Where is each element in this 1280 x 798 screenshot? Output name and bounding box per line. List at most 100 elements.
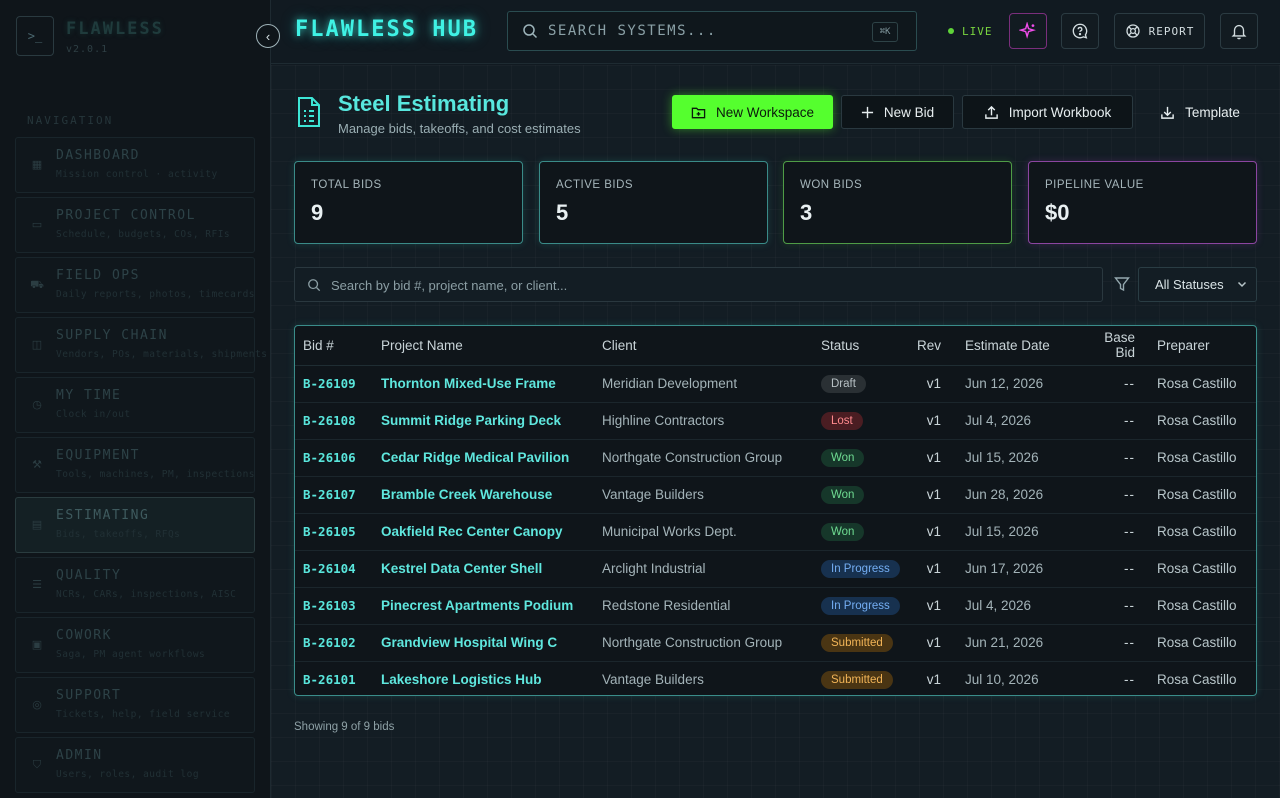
project-name-link[interactable]: Grandview Hospital Wing C bbox=[381, 635, 557, 650]
system-search-input[interactable]: SEARCH SYSTEMS... ⌘K bbox=[507, 11, 917, 51]
column-header[interactable]: Client bbox=[594, 326, 813, 366]
status-cell: In Progress bbox=[813, 550, 909, 588]
stat-card-active-bids: ACTIVE BIDS 5 bbox=[539, 161, 768, 244]
help-button[interactable] bbox=[1061, 13, 1099, 49]
bid-number-link[interactable]: B-26101 bbox=[303, 672, 356, 687]
collapse-sidebar-button[interactable]: ‹ bbox=[256, 24, 280, 48]
terminal-icon[interactable]: >_ bbox=[16, 16, 54, 56]
project-name-link[interactable]: Bramble Creek Warehouse bbox=[381, 487, 552, 502]
preparer-cell: Rosa Castillo bbox=[1149, 476, 1256, 514]
ai-sparkle-button[interactable] bbox=[1009, 13, 1047, 49]
column-header[interactable]: Rev bbox=[909, 326, 958, 366]
new-workspace-button[interactable]: New Workspace bbox=[672, 95, 833, 129]
sidebar-item-support[interactable]: ◎ SUPPORT Tickets, help, field service bbox=[15, 677, 255, 733]
help-bubble-icon bbox=[1072, 23, 1088, 39]
shortcut-hint: ⌘K bbox=[872, 22, 898, 42]
project-cell: Kestrel Data Center Shell bbox=[373, 550, 594, 588]
base-bid-cell: -- bbox=[1124, 487, 1136, 502]
sidebar-item-quality[interactable]: ☰ QUALITY NCRs, CARs, inspections, AISC bbox=[15, 557, 255, 613]
bid-number-link[interactable]: B-26103 bbox=[303, 598, 356, 613]
table-row[interactable]: B-26104 Kestrel Data Center Shell Arclight… bbox=[295, 550, 1256, 588]
sidebar-item-project-control[interactable]: ▭ PROJECT CONTROL Schedule, budgets, COs, … bbox=[15, 197, 255, 253]
wrench-icon: ⚒ bbox=[32, 459, 42, 471]
preparer-cell: Rosa Castillo bbox=[1149, 587, 1256, 625]
bid-number-link[interactable]: B-26105 bbox=[303, 524, 356, 539]
preparer-cell: Rosa Castillo bbox=[1149, 550, 1256, 588]
column-header[interactable]: Project Name bbox=[373, 326, 594, 366]
client-cell: Arclight Industrial bbox=[594, 550, 813, 588]
project-name-link[interactable]: Cedar Ridge Medical Pavilion bbox=[381, 450, 569, 465]
import-workbook-button[interactable]: Import Workbook bbox=[962, 95, 1133, 129]
status-cell: Submitted bbox=[813, 624, 909, 662]
client-cell: Northgate Construction Group bbox=[602, 635, 783, 650]
column-header[interactable]: Estimate Date bbox=[957, 326, 1076, 366]
bid-number-link[interactable]: B-26106 bbox=[303, 450, 356, 465]
column-header[interactable]: Base Bid bbox=[1075, 326, 1150, 366]
column-header[interactable]: Preparer bbox=[1149, 326, 1256, 366]
sidebar-item-dashboard[interactable]: ▦ DASHBOARD Mission control · activity bbox=[15, 137, 255, 193]
sidebar-item-label: COWORK bbox=[56, 628, 112, 643]
bid-cell: B-26107 bbox=[295, 476, 373, 514]
bid-number-link[interactable]: B-26102 bbox=[303, 635, 356, 650]
bids-table: Bid # Project Name Client Status Rev Est… bbox=[294, 325, 1257, 696]
bid-number-link[interactable]: B-26107 bbox=[303, 487, 356, 502]
project-name-link[interactable]: Kestrel Data Center Shell bbox=[381, 561, 542, 576]
sidebar-item-field-ops[interactable]: ⛟ FIELD OPS Daily reports, photos, timecar… bbox=[15, 257, 255, 313]
table-header-row: Bid # Project Name Client Status Rev Est… bbox=[295, 326, 1256, 366]
sidebar-item-cowork[interactable]: ▣ COWORK Saga, PM agent workflows bbox=[15, 617, 255, 673]
project-name-link[interactable]: Summit Ridge Parking Deck bbox=[381, 413, 561, 428]
bell-icon bbox=[1231, 24, 1247, 40]
sidebar-item-label: PROJECT CONTROL bbox=[56, 208, 196, 223]
preparer-cell: Rosa Castillo bbox=[1157, 413, 1237, 428]
base-bid-cell: -- bbox=[1124, 635, 1136, 650]
status-filter-select[interactable]: All Statuses bbox=[1138, 267, 1257, 302]
bid-cell: B-26101 bbox=[295, 661, 373, 695]
table-row[interactable]: B-26107 Bramble Creek Warehouse Vantage Bu… bbox=[295, 476, 1256, 514]
rev-cell: v1 bbox=[909, 624, 958, 662]
status-cell: Won bbox=[813, 476, 909, 514]
table-row[interactable]: B-26109 Thornton Mixed-Use Frame Meridian … bbox=[295, 365, 1256, 403]
project-name-link[interactable]: Oakfield Rec Center Canopy bbox=[381, 524, 563, 539]
bid-search-input[interactable]: Search by bid #, project name, or client… bbox=[294, 267, 1103, 302]
project-name-link[interactable]: Thornton Mixed-Use Frame bbox=[381, 376, 556, 391]
table-row[interactable]: B-26103 Pinecrest Apartments Podium Redsto… bbox=[295, 587, 1256, 625]
preparer-cell: Rosa Castillo bbox=[1157, 487, 1237, 502]
table-row[interactable]: B-26108 Summit Ridge Parking Deck Highline… bbox=[295, 402, 1256, 440]
sidebar-item-label: QUALITY bbox=[56, 568, 122, 583]
table-row[interactable]: B-26102 Grandview Hospital Wing C Northgat… bbox=[295, 624, 1256, 662]
template-button[interactable]: Template bbox=[1141, 95, 1259, 129]
project-name-link[interactable]: Pinecrest Apartments Podium bbox=[381, 598, 573, 613]
column-header[interactable]: Bid # bbox=[295, 326, 373, 366]
sidebar-item-admin[interactable]: ⛉ ADMIN Users, roles, audit log bbox=[15, 737, 255, 793]
status-badge: Won bbox=[821, 485, 865, 504]
table-row[interactable]: B-26106 Cedar Ridge Medical Pavilion North… bbox=[295, 439, 1256, 477]
column-header[interactable]: Status bbox=[813, 326, 909, 366]
main-content: Steel Estimating Manage bids, takeoffs, … bbox=[271, 65, 1280, 798]
bid-number-link[interactable]: B-26109 bbox=[303, 376, 356, 391]
new-bid-button[interactable]: New Bid bbox=[841, 95, 954, 129]
sidebar-item-equipment[interactable]: ⚒ EQUIPMENT Tools, machines, PM, inspectio… bbox=[15, 437, 255, 493]
bid-number-link[interactable]: B-26104 bbox=[303, 561, 356, 576]
base-bid-cell: -- bbox=[1124, 561, 1136, 576]
bid-number-link[interactable]: B-26108 bbox=[303, 413, 356, 428]
notifications-button[interactable] bbox=[1220, 13, 1258, 49]
base-cell: -- bbox=[1075, 402, 1150, 440]
document-icon bbox=[298, 97, 320, 127]
sidebar-item-supply-chain[interactable]: ◫ SUPPLY CHAIN Vendors, POs, materials, sh… bbox=[15, 317, 267, 373]
revision-cell: v1 bbox=[926, 376, 942, 391]
stat-card-pipeline-value: PIPELINE VALUE $0 bbox=[1028, 161, 1257, 244]
report-label: REPORT bbox=[1148, 24, 1195, 38]
report-button[interactable]: REPORT bbox=[1114, 13, 1205, 49]
filter-funnel-icon[interactable] bbox=[1114, 276, 1130, 292]
preparer-cell: Rosa Castillo bbox=[1149, 439, 1256, 477]
rev-cell: v1 bbox=[909, 661, 957, 695]
base-cell: -- bbox=[1075, 661, 1149, 695]
table-row[interactable]: B-26101 Lakeshore Logistics Hub Vantage Bu… bbox=[295, 661, 1256, 695]
project-cell: Bramble Creek Warehouse bbox=[373, 476, 594, 514]
sidebar-item-estimating[interactable]: ▤ ESTIMATING Bids, takeoffs, RFQs bbox=[15, 497, 255, 553]
date-cell: Jun 21, 2026 bbox=[957, 624, 1076, 662]
table-row[interactable]: B-26105 Oakfield Rec Center Canopy Municip… bbox=[295, 513, 1256, 551]
sidebar-item-my-time[interactable]: ◷ MY TIME Clock in/out bbox=[15, 377, 255, 433]
project-name-link[interactable]: Lakeshore Logistics Hub bbox=[381, 672, 542, 687]
base-cell: -- bbox=[1075, 365, 1150, 403]
